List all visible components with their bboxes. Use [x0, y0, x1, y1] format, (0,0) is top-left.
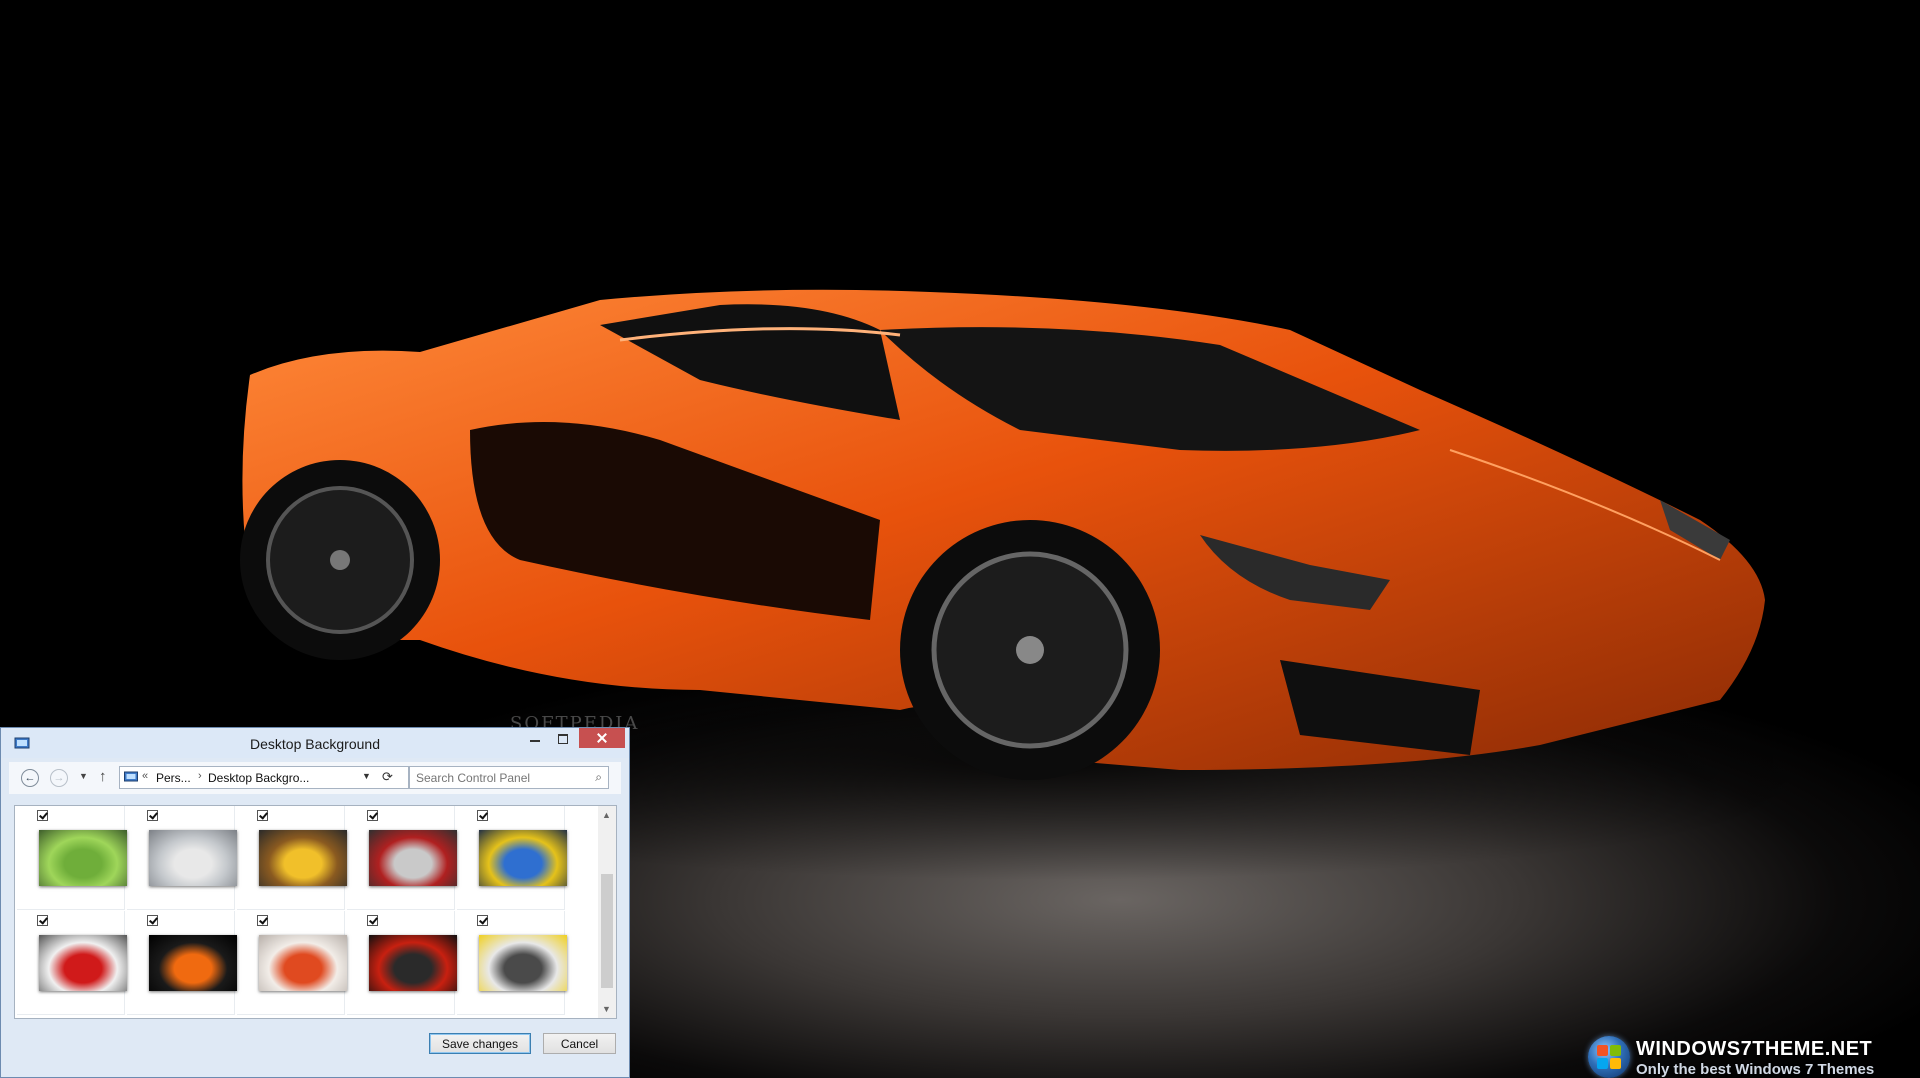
picture-list: ▲ ▼	[14, 805, 617, 1019]
scroll-up-icon[interactable]: ▲	[602, 810, 611, 820]
windows-orb-icon	[1588, 1036, 1630, 1078]
scroll-down-icon[interactable]: ▼	[602, 1004, 611, 1014]
picture-item[interactable]	[127, 911, 237, 1015]
picture-item[interactable]	[237, 911, 347, 1015]
picture-item[interactable]	[127, 806, 237, 910]
breadcrumb-chevron-icon[interactable]: ›	[198, 770, 202, 782]
picture-checkbox[interactable]	[147, 915, 158, 926]
picture-item[interactable]	[457, 806, 567, 910]
picture-checkbox[interactable]	[37, 915, 48, 926]
picture-thumbnail[interactable]	[39, 935, 127, 991]
close-button[interactable]	[579, 728, 625, 748]
maximize-button[interactable]	[549, 728, 577, 748]
windows7theme-logo: WINDOWS7THEME.NET Only the best Windows …	[1588, 1034, 1918, 1078]
navigation-bar: ← → ▼ ↑ « Pers... › Desktop Backgro... ▼…	[9, 762, 621, 794]
save-changes-button[interactable]: Save changes	[429, 1033, 531, 1054]
cancel-button[interactable]: Cancel	[543, 1033, 616, 1054]
picture-checkbox[interactable]	[477, 810, 488, 821]
picture-item[interactable]	[347, 911, 457, 1015]
picture-checkbox[interactable]	[37, 810, 48, 821]
search-box[interactable]: ⌕	[409, 766, 609, 789]
control-panel-icon	[124, 771, 138, 782]
picture-thumbnail[interactable]	[369, 935, 457, 991]
up-arrow-button[interactable]: ↑	[99, 768, 107, 785]
logo-title: WINDOWS7THEME.NET	[1636, 1038, 1873, 1060]
picture-item[interactable]	[237, 806, 347, 910]
picture-item[interactable]	[17, 806, 127, 910]
vertical-scrollbar[interactable]: ▲ ▼	[598, 806, 616, 1018]
scrollbar-thumb[interactable]	[601, 874, 613, 988]
address-bar[interactable]: « Pers... › Desktop Backgro... ▼ ⟳	[119, 766, 409, 789]
address-dropdown-icon[interactable]: ▼	[362, 771, 371, 781]
picture-checkbox[interactable]	[257, 915, 268, 926]
picture-thumbnail[interactable]	[149, 830, 237, 886]
picture-checkbox[interactable]	[257, 810, 268, 821]
forward-button[interactable]: →	[50, 769, 68, 787]
picture-item[interactable]	[347, 806, 457, 910]
breadcrumb-desktop-background[interactable]: Desktop Backgro...	[208, 771, 309, 785]
logo-tagline: Only the best Windows 7 Themes	[1636, 1061, 1875, 1078]
minimize-button[interactable]	[521, 728, 549, 748]
refresh-icon[interactable]: ⟳	[382, 769, 393, 785]
picture-thumbnail[interactable]	[39, 830, 127, 886]
picture-checkbox[interactable]	[477, 915, 488, 926]
title-bar[interactable]: Desktop Background	[1, 728, 629, 758]
desktop-background-window: Desktop Background ← → ▼ ↑ « Pers... › D…	[0, 727, 630, 1078]
breadcrumb-personalization[interactable]: Pers...	[156, 771, 191, 785]
picture-thumbnail[interactable]	[259, 830, 347, 886]
search-input[interactable]	[416, 770, 580, 785]
picture-thumbnail[interactable]	[479, 935, 567, 991]
picture-grid	[15, 806, 598, 1018]
picture-thumbnail[interactable]	[369, 830, 457, 886]
picture-thumbnail[interactable]	[149, 935, 237, 991]
recent-locations-chevron-icon[interactable]: ▼	[79, 771, 88, 781]
picture-thumbnail[interactable]	[259, 935, 347, 991]
picture-item[interactable]	[17, 911, 127, 1015]
picture-thumbnail[interactable]	[479, 830, 567, 886]
picture-item[interactable]	[457, 911, 567, 1015]
picture-checkbox[interactable]	[367, 915, 378, 926]
back-button[interactable]: ←	[21, 769, 39, 787]
search-icon[interactable]: ⌕	[595, 770, 602, 785]
picture-checkbox[interactable]	[147, 810, 158, 821]
breadcrumb-overflow-icon[interactable]: «	[142, 770, 148, 782]
picture-checkbox[interactable]	[367, 810, 378, 821]
